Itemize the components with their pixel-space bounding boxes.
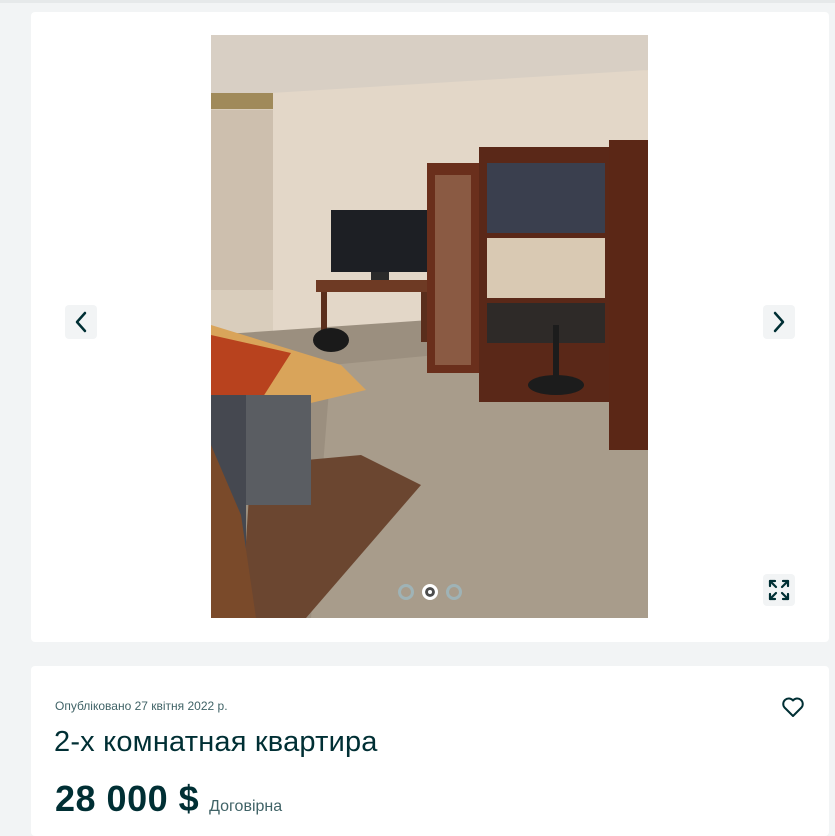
top-divider [0,0,835,3]
chevron-right-icon [773,311,785,333]
next-photo-button[interactable] [763,305,795,339]
price-row: 28 000 $ Договірна [55,778,282,820]
chevron-left-icon [75,311,87,333]
listing-title: 2-х комнатная квартира [54,726,378,758]
photo-gallery [31,12,829,642]
favorite-button[interactable] [779,693,807,721]
expand-icon [768,579,790,601]
prev-photo-button[interactable] [65,305,97,339]
fullscreen-button[interactable] [763,574,795,606]
room-photo-illustration [211,35,648,618]
slide-indicator [398,584,462,600]
slide-dot-3[interactable] [446,584,462,600]
price: 28 000 $ [55,778,200,819]
negotiable-label: Договірна [209,798,283,815]
listing-photo[interactable] [211,35,648,618]
listing-info-card: Опубліковано 27 квітня 2022 р. 2-х комна… [31,666,829,836]
published-date: Опубліковано 27 квітня 2022 р. [55,699,228,713]
slide-dot-2[interactable] [422,584,438,600]
slide-dot-1[interactable] [398,584,414,600]
heart-icon [782,697,804,717]
